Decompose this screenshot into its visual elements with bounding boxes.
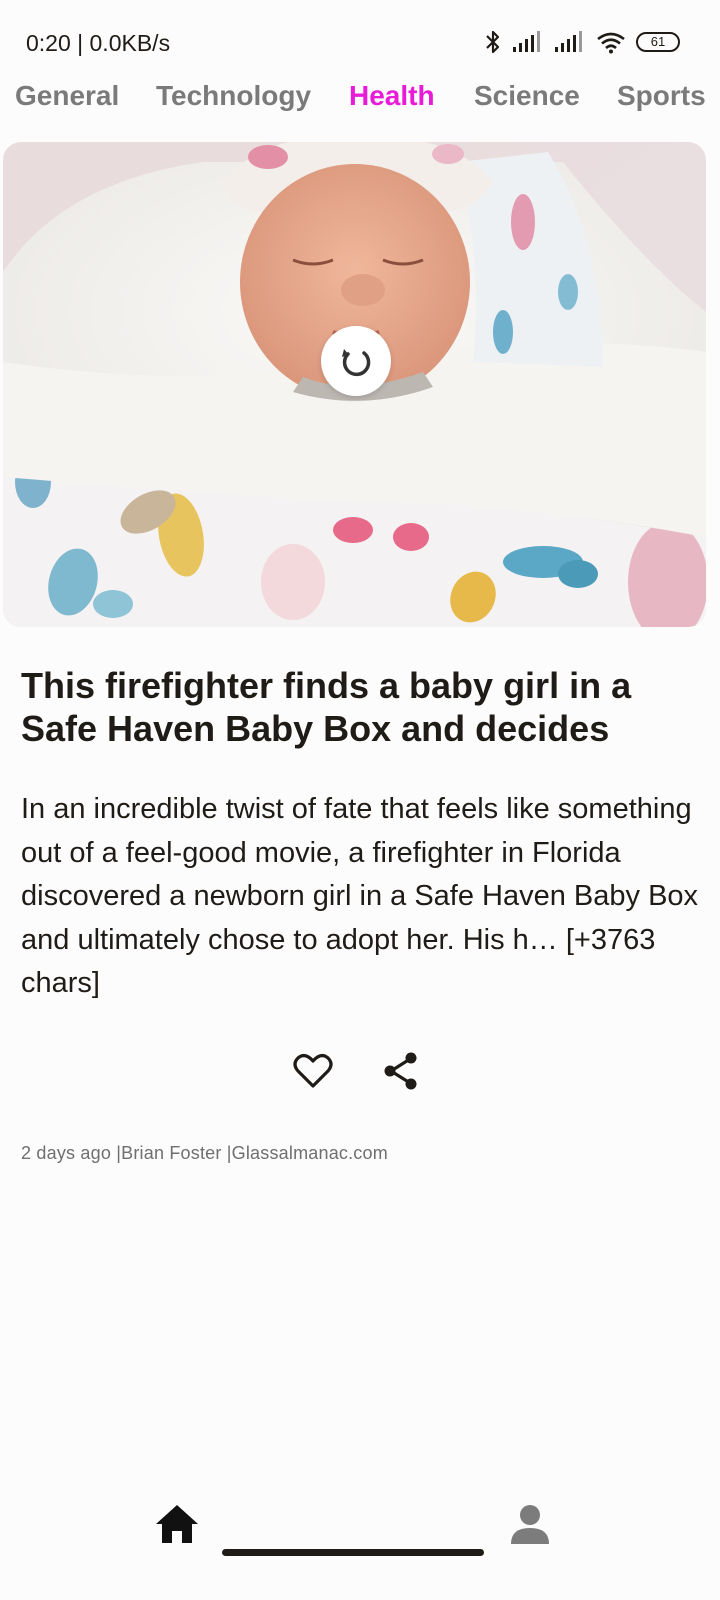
home-indicator[interactable] <box>222 1549 484 1556</box>
tab-sports[interactable]: Sports <box>617 80 706 112</box>
nav-home-button[interactable] <box>147 1494 207 1554</box>
home-icon <box>156 1505 198 1543</box>
screen: 0:20 | 0.0KB/s 61 General Technology Hea… <box>0 0 720 1600</box>
battery-icon: 61 <box>636 32 680 52</box>
status-icons: 61 <box>484 26 680 58</box>
wifi-icon <box>597 32 625 54</box>
share-icon <box>384 1052 417 1090</box>
heart-icon <box>293 1054 333 1088</box>
article-actions <box>290 1048 424 1094</box>
tab-health[interactable]: Health <box>349 80 435 112</box>
share-button[interactable] <box>378 1048 424 1094</box>
person-icon <box>511 1505 549 1544</box>
article-meta: 2 days ago |Brian Foster |Glassalmanac.c… <box>21 1143 388 1163</box>
like-button[interactable] <box>290 1048 336 1094</box>
signal-icon-2 <box>555 31 582 52</box>
signal-icon <box>513 31 540 52</box>
bottom-nav <box>0 1480 720 1570</box>
article-headline[interactable]: This firefighter finds a baby girl in a … <box>21 664 701 750</box>
refresh-button[interactable] <box>321 326 391 396</box>
bluetooth-icon <box>486 30 500 54</box>
battery-level: 61 <box>650 34 666 49</box>
tab-technology[interactable]: Technology <box>156 80 311 112</box>
refresh-icon <box>342 349 371 377</box>
nav-profile-button[interactable] <box>500 1494 560 1554</box>
tab-science[interactable]: Science <box>474 80 580 112</box>
article-image[interactable] <box>3 142 706 627</box>
status-time: 0:20 | 0.0KB/s <box>26 30 171 56</box>
category-tabs: General Technology Health Science Sports <box>0 74 720 124</box>
tab-general[interactable]: General <box>15 80 119 112</box>
article-description: In an incredible twist of fate that feel… <box>21 793 699 999</box>
